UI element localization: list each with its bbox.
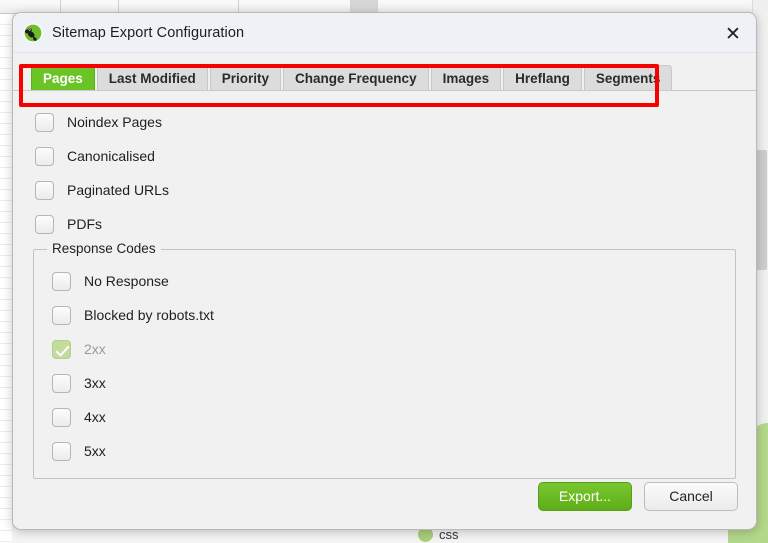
tab-pages[interactable]: Pages [31,65,95,91]
tab-change-frequency[interactable]: Change Frequency [283,65,429,91]
sitemap-export-configuration-dialog: Sitemap Export Configuration ✕ Pages Last… [12,12,757,530]
checkbox-unchecked-icon[interactable] [35,112,54,132]
checkbox-unchecked-icon[interactable] [52,373,71,393]
checkbox-unchecked-icon[interactable] [35,146,54,166]
export-button[interactable]: Export... [538,481,632,511]
checkbox-label: 4xx [84,409,106,425]
checkbox-label: 2xx [84,341,106,357]
page-options-list: Noindex Pages Canonicalised Paginated URLs… [25,105,744,241]
screaming-frog-icon [23,22,43,43]
checkbox-row-4xx[interactable]: 4xx [34,400,735,434]
checkbox-unchecked-icon[interactable] [52,441,71,461]
dialog-footer: Export... Cancel [13,473,756,529]
pages-tab-panel: Noindex Pages Canonicalised Paginated URLs… [13,91,756,479]
close-icon[interactable]: ✕ [720,21,746,47]
response-codes-group: Response Codes No Response Blocked by rob… [33,241,736,479]
checkbox-unchecked-icon[interactable] [52,271,71,291]
checkbox-label: Noindex Pages [67,114,162,130]
tab-segments[interactable]: Segments [583,65,673,91]
checkbox-label: 3xx [84,375,106,391]
checkbox-label: PDFs [67,216,102,232]
response-codes-group-title: Response Codes [47,241,161,256]
checkbox-row-paginated-urls[interactable]: Paginated URLs [25,173,744,207]
checkbox-row-canonicalised[interactable]: Canonicalised [25,139,744,173]
response-codes-list: No Response Blocked by robots.txt 2xx 3xx 4x… [34,264,735,468]
checkbox-row-noindex-pages[interactable]: Noindex Pages [25,105,744,139]
checkbox-checked-icon [52,339,71,359]
dialog-title-bar: Sitemap Export Configuration ✕ [13,13,756,53]
checkbox-unchecked-icon[interactable] [52,305,71,325]
checkbox-row-pdfs[interactable]: PDFs [25,207,744,241]
checkbox-unchecked-icon[interactable] [52,407,71,427]
checkbox-unchecked-icon[interactable] [35,214,54,234]
dialog-title: Sitemap Export Configuration [52,24,245,41]
checkbox-row-no-response[interactable]: No Response [34,264,735,298]
checkbox-unchecked-icon[interactable] [35,180,54,200]
tab-last-modified[interactable]: Last Modified [96,65,208,91]
checkbox-label: Blocked by robots.txt [84,307,214,323]
checkbox-row-2xx: 2xx [34,332,735,366]
tab-bar: Pages Last Modified Priority Change Frequen… [13,61,756,91]
checkbox-row-3xx[interactable]: 3xx [34,366,735,400]
tab-priority[interactable]: Priority [209,65,282,91]
tab-hreflang[interactable]: Hreflang [503,65,582,91]
tab-images[interactable]: Images [430,65,502,91]
cancel-button[interactable]: Cancel [644,481,738,511]
background-left-strip [0,14,12,543]
checkbox-row-5xx[interactable]: 5xx [34,434,735,468]
checkbox-label: Paginated URLs [67,182,169,198]
checkbox-label: No Response [84,273,169,289]
checkbox-label: 5xx [84,443,106,459]
checkbox-row-blocked-by-robots-txt[interactable]: Blocked by robots.txt [34,298,735,332]
checkbox-label: Canonicalised [67,148,155,164]
